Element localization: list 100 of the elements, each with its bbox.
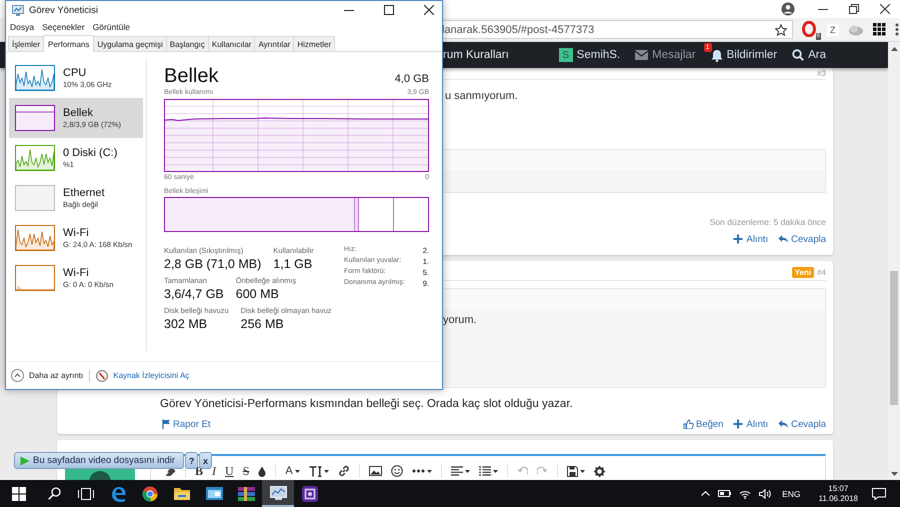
gauge-icon[interactable] [96,370,108,382]
panel-title: Bellek [164,65,218,88]
tab[interactable]: Kullanıcılar [208,36,256,51]
reply-arrow-icon [778,234,790,244]
plus-icon [733,234,744,244]
like-link[interactable]: Beğen [696,418,724,430]
underline-button[interactable]: U [225,465,234,477]
caret-icon[interactable] [324,470,329,472]
star-icon[interactable] [775,24,787,36]
tab[interactable]: Hizmetler [293,36,336,51]
wifi-icon[interactable] [739,488,752,498]
search-icon [792,49,804,61]
extension-button[interactable]: Z [827,24,838,36]
books-icon[interactable] [238,486,254,500]
maximize-icon[interactable] [384,5,394,15]
device-name: Ethernet [63,187,105,199]
scroll-up-icon[interactable] [890,47,898,51]
address-bar[interactable]: lanarak.563905/#post-4577373 [441,20,793,39]
post-text: Görev Yöneticisi-Performans kısmından belleği seç. Orada kaç slot olduğu yazar. [160,398,574,410]
capacity-value: 4,0 GB [394,73,429,85]
tab[interactable]: Uygulama geçmişi [93,36,167,51]
stat-value: 302 MB [164,317,208,331]
tab[interactable]: Performans [43,35,94,52]
play-icon [20,456,30,466]
image-icon[interactable] [368,466,382,476]
menu-item[interactable]: Dosya [10,22,34,32]
e-logo-icon[interactable] [110,486,126,502]
app-icon[interactable] [302,486,318,502]
menu-icon[interactable] [894,23,898,36]
chrome-logo-icon[interactable] [142,486,158,502]
reply-arrow-icon [778,419,790,429]
close-icon[interactable] [424,5,434,15]
folder-icon[interactable] [174,487,190,500]
search-link[interactable]: Ara [808,49,826,61]
caret-icon[interactable] [464,470,470,472]
plus-icon [733,419,744,429]
notification-icon[interactable] [872,488,886,500]
profile-icon[interactable] [781,2,795,16]
tab[interactable]: Başlangıç [166,36,209,51]
link-icon[interactable] [338,465,350,477]
menu-item[interactable]: Görüntüle [92,22,130,32]
menu-item[interactable]: Seçenekler [42,22,85,32]
new-badge: Yeni [792,267,814,278]
edit-note: Son düzenleme: 5 dakika önce [708,217,826,227]
app-window-icon[interactable] [206,487,222,500]
gear-icon[interactable] [594,466,605,476]
clock-date: 11.06.2018 [818,494,858,504]
apps-grid-icon[interactable] [872,23,886,36]
tab[interactable]: İşlemler [8,36,44,51]
user-link[interactable]: SemihS. [576,49,620,61]
post-text: u sanmıyorum. [445,90,518,102]
reply-link[interactable]: Cevapla [791,234,826,244]
language-indicator[interactable]: ENG [782,488,801,498]
envelope-icon [635,50,648,60]
thumbs-up-icon [683,419,694,429]
less-details-link[interactable]: Daha az ayrıntı [29,371,84,380]
caret-icon[interactable] [492,470,498,472]
tab[interactable]: Ayrıntılar [254,36,294,51]
download-button[interactable]: Bu sayfadan video dosyasını indir [14,452,184,469]
quote-link[interactable]: Alıntı [746,234,768,244]
caret-icon[interactable] [294,470,300,472]
windows-logo-icon[interactable] [12,486,26,500]
device-name: Bellek [63,107,94,119]
monitor-chart-icon[interactable] [270,486,286,500]
text-color-button[interactable]: A [285,465,293,477]
italic-button[interactable]: I [212,465,216,477]
device-name: Wi-Fi [63,267,90,279]
scroll-down-icon[interactable] [890,472,898,476]
restore-icon[interactable] [849,4,859,14]
strikethrough-button[interactable]: S [242,465,250,477]
url-text: lanarak.563905/#post-4577373 [442,24,594,36]
save-icon[interactable] [566,466,578,476]
caret-icon[interactable] [426,470,432,472]
stat-value: 3,6/4,7 GB [164,287,224,301]
text-size-icon[interactable] [308,466,322,476]
app-icon [12,4,24,16]
more-icon[interactable] [412,469,425,473]
battery-icon[interactable] [718,490,732,497]
task-view-icon[interactable] [78,488,94,500]
quote-link[interactable]: Alıntı [746,418,768,430]
smiley-icon[interactable] [390,465,403,477]
reply-link[interactable]: Cevapla [791,418,826,430]
close-button[interactable]: x [199,452,212,469]
stat-value: 2,8 GB (71,0 MB) [164,257,262,271]
list-icon[interactable] [478,466,491,476]
align-icon[interactable] [450,466,463,476]
speaker-icon[interactable] [759,488,772,498]
close-icon[interactable] [880,4,890,14]
resource-monitor-link[interactable]: Kaynak İzleyicisini Aç [113,371,190,380]
drop-icon[interactable] [258,466,266,476]
chevron-up-icon[interactable] [11,369,24,382]
messages-link[interactable]: Mesajlar [652,49,696,61]
nav-link[interactable]: rum Kuralları [443,49,509,61]
caret-icon[interactable] [580,470,585,472]
quote-text: yorum. [443,314,477,326]
device-name: 0 Diski (C:) [63,147,118,159]
report-link[interactable]: Rapor Et [173,418,210,430]
scrollbar-thumb[interactable] [890,271,898,405]
search-icon[interactable] [48,487,60,500]
alerts-link[interactable]: Bildirimler [726,49,778,61]
